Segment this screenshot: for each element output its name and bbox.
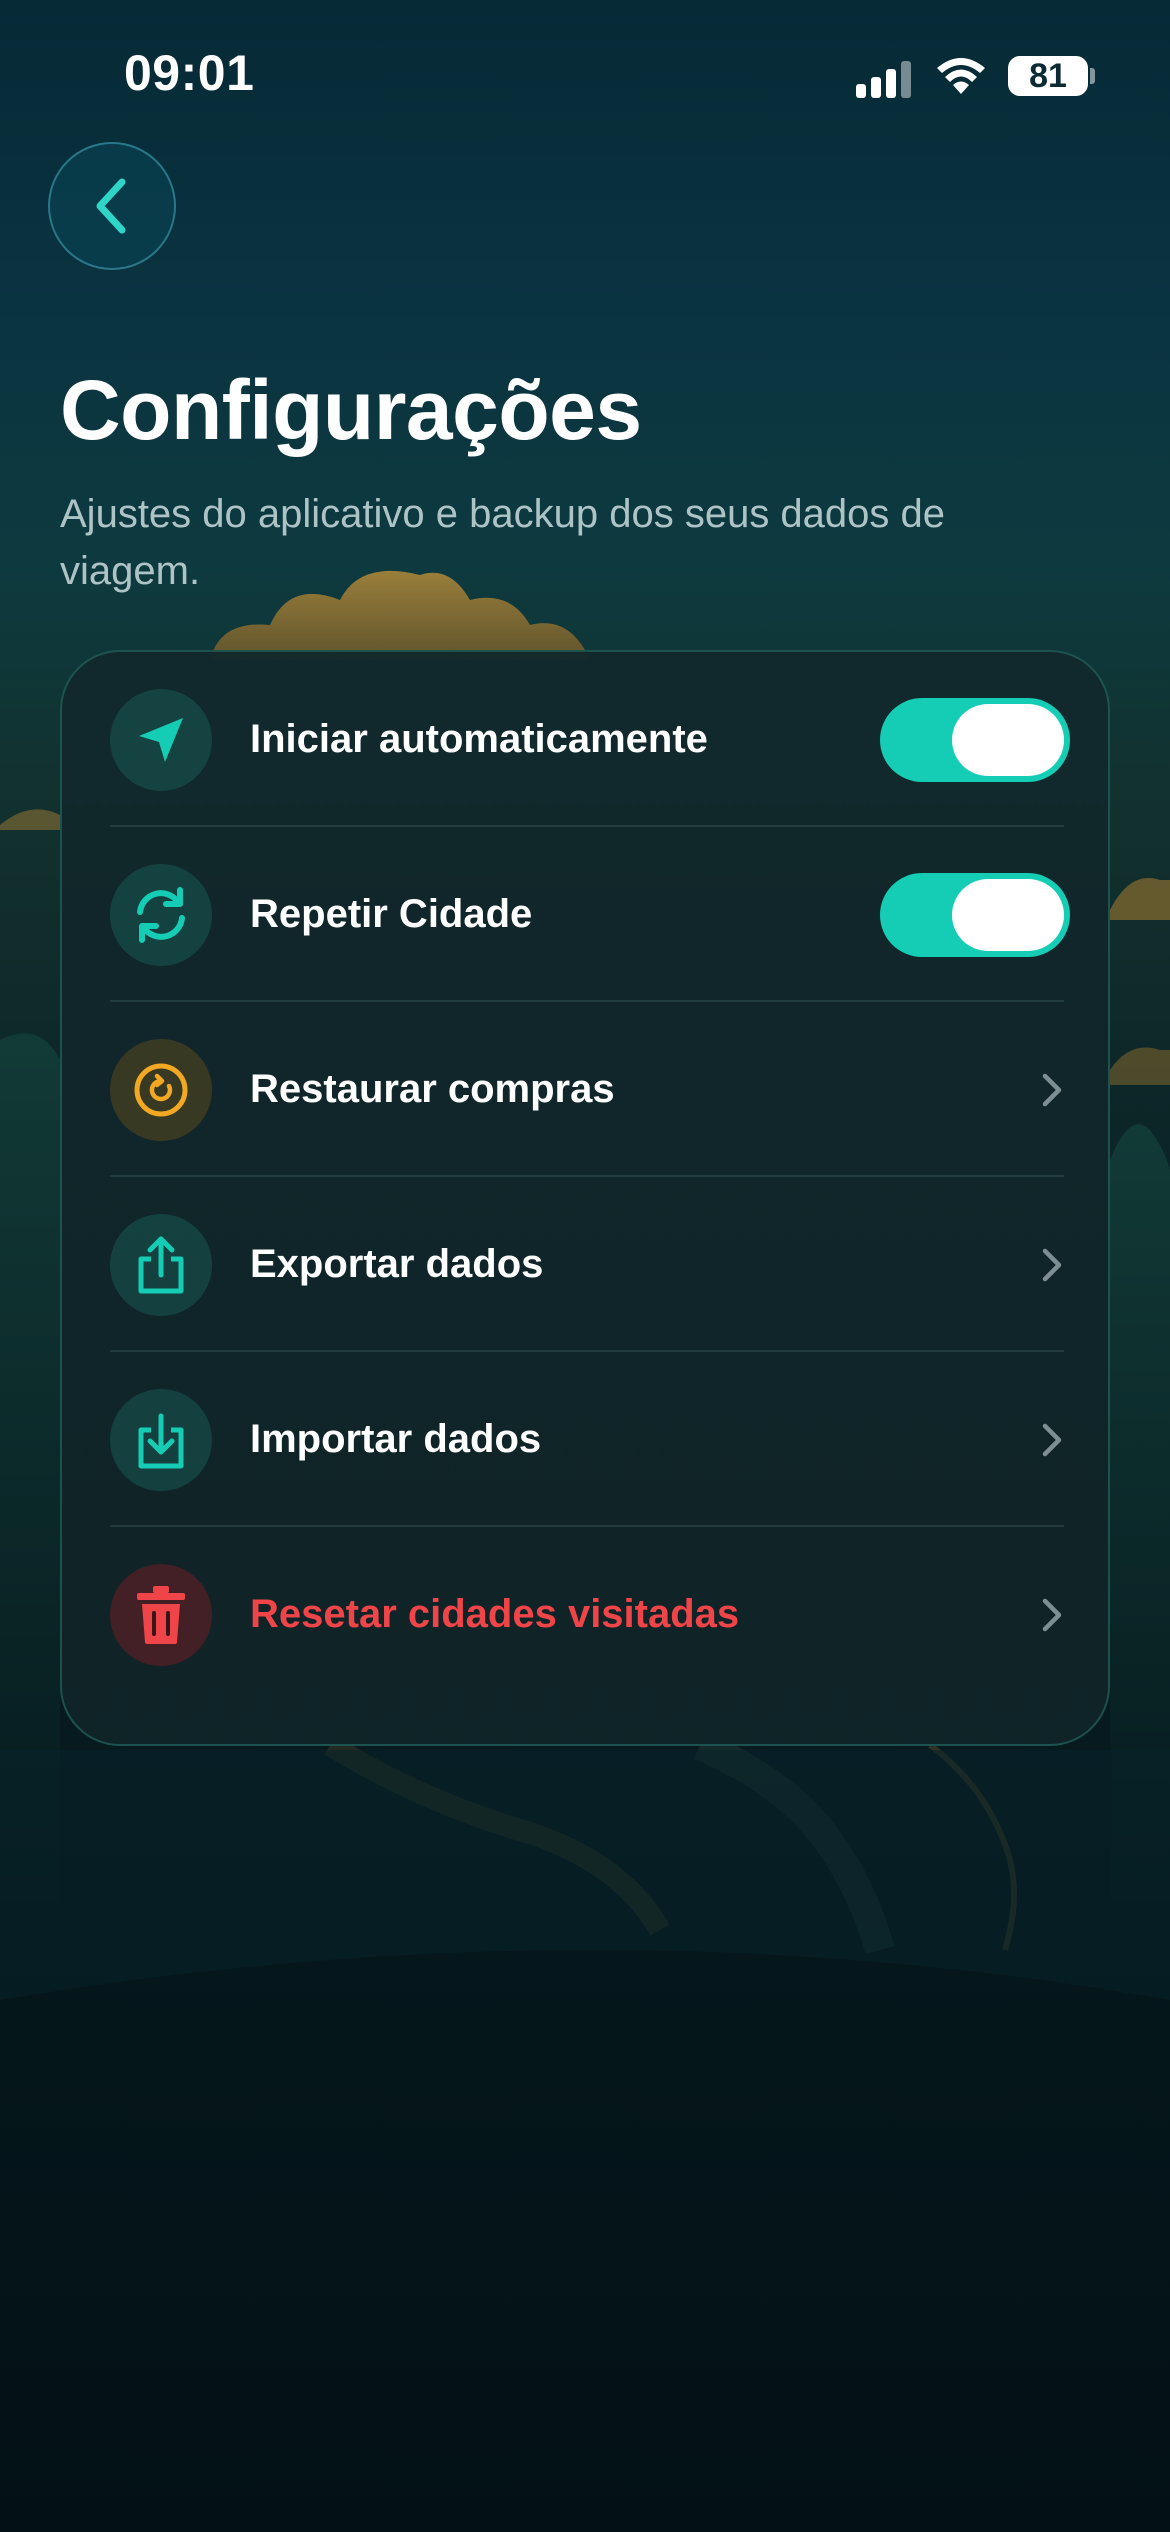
back-button[interactable] [48,142,176,270]
setting-label: Repetir Cidade [250,892,533,936]
status-time: 09:01 [124,45,255,101]
auto-start-toggle[interactable] [880,697,1070,782]
battery-icon: 81 [1008,56,1088,96]
setting-label: Iniciar automaticamente [250,717,708,761]
refresh-icon [110,863,212,966]
battery-level: 81 [1029,56,1067,95]
location-arrow-icon [110,688,212,791]
battery-cap [1090,68,1095,84]
cellular-signal-icon [856,58,916,98]
chevron-right-icon [1042,1248,1062,1281]
setting-import-data[interactable]: Importar dados [110,1352,1064,1527]
status-bar: 09:01 81 [0,0,1170,150]
download-icon [110,1388,212,1491]
page-title: Configurações [60,363,642,457]
toggle-knob [952,878,1064,951]
chevron-left-icon [96,178,126,234]
setting-label: Importar dados [250,1417,542,1461]
setting-label: Resetar cidades visitadas [250,1592,740,1636]
setting-repeat-city[interactable]: Repetir Cidade [110,827,1070,1002]
share-upload-icon [110,1213,212,1316]
page-subtitle: Ajustes do aplicativo e backup dos seus … [60,492,946,593]
chevron-right-icon [1042,1598,1062,1631]
trash-icon [110,1563,212,1666]
chevron-right-icon [1042,1423,1062,1456]
toggle-knob [952,703,1064,776]
setting-label: Exportar dados [250,1242,544,1286]
setting-export-data[interactable]: Exportar dados [110,1177,1064,1352]
setting-auto-start[interactable]: Iniciar automaticamente [110,652,1070,827]
setting-reset-visited-cities[interactable]: Resetar cidades visitadas [110,1527,1064,1702]
restore-icon [110,1038,212,1141]
chevron-right-icon [1042,1073,1062,1106]
setting-label: Restaurar compras [250,1067,615,1111]
wifi-icon [937,58,985,94]
settings-card: Iniciar automaticamente Repetir Cidade R… [60,650,1110,1746]
repeat-city-toggle[interactable] [880,872,1070,957]
setting-restore-purchases[interactable]: Restaurar compras [110,1002,1064,1177]
